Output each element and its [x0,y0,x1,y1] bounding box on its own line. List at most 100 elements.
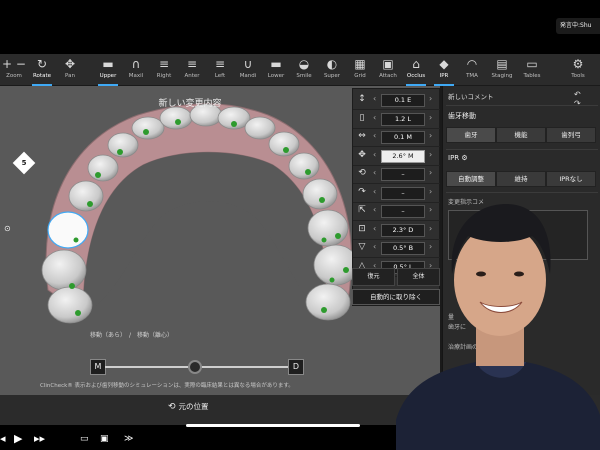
decrease-icon[interactable]: ‹ [373,187,376,196]
tooth-move-tabs: 歯牙 機能 歯列弓 [446,127,596,143]
pip-icon[interactable]: ▣ [100,434,109,444]
tab-function[interactable]: 機能 [496,127,546,143]
tool-label: Rotate [32,73,51,79]
increase-icon[interactable]: › [429,94,432,103]
decrease-icon[interactable]: ‹ [373,224,376,233]
tool-label: Occlus [406,73,426,79]
occlus-icon: ⌂ [412,57,420,71]
fast-forward-icon[interactable]: ▸▸ [34,432,45,445]
tool-upper[interactable]: ▬ Upper [94,56,122,86]
webcam-video [396,204,600,450]
decrease-icon[interactable]: ‹ [373,205,376,214]
tool-label: TMA [466,73,478,79]
divider [446,149,598,150]
previous-icon[interactable]: ◂ [0,432,6,445]
tool-label: Zoom [6,73,22,79]
settings-icon[interactable]: ⚙ [461,154,467,162]
attach-icon: ▣ [382,57,394,71]
decrease-icon[interactable]: ‹ [373,94,376,103]
tool-maxil[interactable]: ∩ Maxil [122,56,150,84]
home-indicator [186,424,360,427]
lower-icon: ▬ [270,57,282,71]
pan-icon: ✥ [64,57,76,71]
tool-label: Maxil [128,73,144,79]
tool-label: Super [323,73,341,79]
super-icon: ◐ [326,57,338,71]
tool-right[interactable]: ≡ Right [150,56,178,84]
tool-lower[interactable]: ▬ Lower [262,56,290,84]
tool-rotate[interactable]: ↻ Rotate [28,56,56,86]
right-icon: ≡ [158,57,170,71]
movement-value[interactable]: 0.1 M [381,131,425,144]
tool-left[interactable]: ≡ Left [206,56,234,84]
movement-value[interactable]: 0.1 E [381,94,425,107]
movement-type-icon: ⇱ [358,205,366,215]
play-icon[interactable]: ▶ [14,432,22,445]
increase-icon[interactable]: › [429,150,432,159]
divider [446,105,598,106]
stage-badge[interactable]: 5 [12,151,36,175]
tool-label: Lower [267,73,285,79]
tool-tools[interactable]: ⚙ Tools [564,56,592,84]
movement-type-icon: ▯ [359,112,365,123]
tool-tables[interactable]: ▭ Tables [518,56,546,84]
viewport-title: 新しい変更内容 [158,99,222,109]
decrease-icon[interactable]: ‹ [373,113,376,122]
tool-label: Smile [296,73,312,79]
tool-occlus[interactable]: ⌂ Occlus [402,56,430,86]
skip-icon[interactable]: ≫ [124,434,133,444]
increase-icon[interactable]: › [429,131,432,140]
tool-grid[interactable]: ▦ Grid [346,56,374,84]
cast-icon[interactable]: ▭ [80,434,89,444]
movement-value[interactable]: 1.2 L [381,112,425,126]
visibility-icon[interactable]: ⊙ [4,224,11,233]
movement-type-icon: ▽ [358,242,366,252]
compare-label: 移動（あら） / 移動（離心） [90,332,174,339]
movement-type-icon: ✥ [358,149,366,160]
tool-super[interactable]: ◐ Super [318,56,346,84]
tool-label: Pan [65,73,75,79]
decrease-icon[interactable]: ‹ [373,242,376,251]
movement-row: ↕ ‹ 0.1 E › [353,91,441,110]
tool-anter[interactable]: ≡ Anter [178,56,206,84]
decrease-icon[interactable]: ‹ [373,131,376,140]
left-icon: ≡ [214,57,226,71]
decrease-icon[interactable]: ‹ [373,150,376,159]
tool-staging[interactable]: ▤ Staging [488,56,516,84]
tool-label: Tables [523,73,541,79]
tool-smile[interactable]: ◒ Smile [290,56,318,84]
tab-tooth[interactable]: 歯牙 [446,127,496,143]
tool-label: Anter [184,73,200,79]
movement-row: ⇔ ‹ 0.1 M › [353,128,441,147]
mandi-icon: ∪ [243,57,253,71]
increase-icon[interactable]: › [429,113,432,122]
tool-attach[interactable]: ▣ Attach [374,56,402,84]
tool-label: Grid [354,73,366,79]
mesial-button[interactable]: M [90,359,106,375]
tool-mandi[interactable]: ∪ Mandi [234,56,262,84]
reset-position-button[interactable]: ⟲ 元の位置 [168,401,209,412]
compare-slider-knob[interactable] [188,360,202,374]
distal-button[interactable]: D [288,359,304,375]
speaker-indicator: 発言中:Shu [556,18,600,34]
tool-pan[interactable]: ✥ Pan [56,56,84,84]
tool-label: Staging [491,73,513,79]
tab-arch[interactable]: 歯列弓 [546,127,596,143]
tools-icon: ⚙ [572,57,584,71]
tool-label: Mandi [239,73,257,79]
tool-tma[interactable]: ◠ TMA [458,56,486,84]
movement-row: ▯ ‹ 1.2 L › [353,110,441,129]
zoom-icon: + − [2,57,26,71]
tool-ipr[interactable]: ◆ IPR [430,56,458,86]
restore-button[interactable]: 復元 [352,268,395,286]
movement-type-icon: ⊡ [358,223,366,234]
rotate-icon: ↻ [36,57,48,71]
smile-icon: ◒ [298,57,310,71]
dental-arch-model[interactable] [28,100,368,330]
tool-zoom[interactable]: + − Zoom [0,56,28,84]
movement-value[interactable]: 2.6° M [381,149,425,163]
tool-label: IPR [439,73,449,79]
movement-type-icon: ⇔ [358,131,366,141]
decrease-icon[interactable]: ‹ [373,168,376,177]
anter-icon: ≡ [186,57,198,71]
